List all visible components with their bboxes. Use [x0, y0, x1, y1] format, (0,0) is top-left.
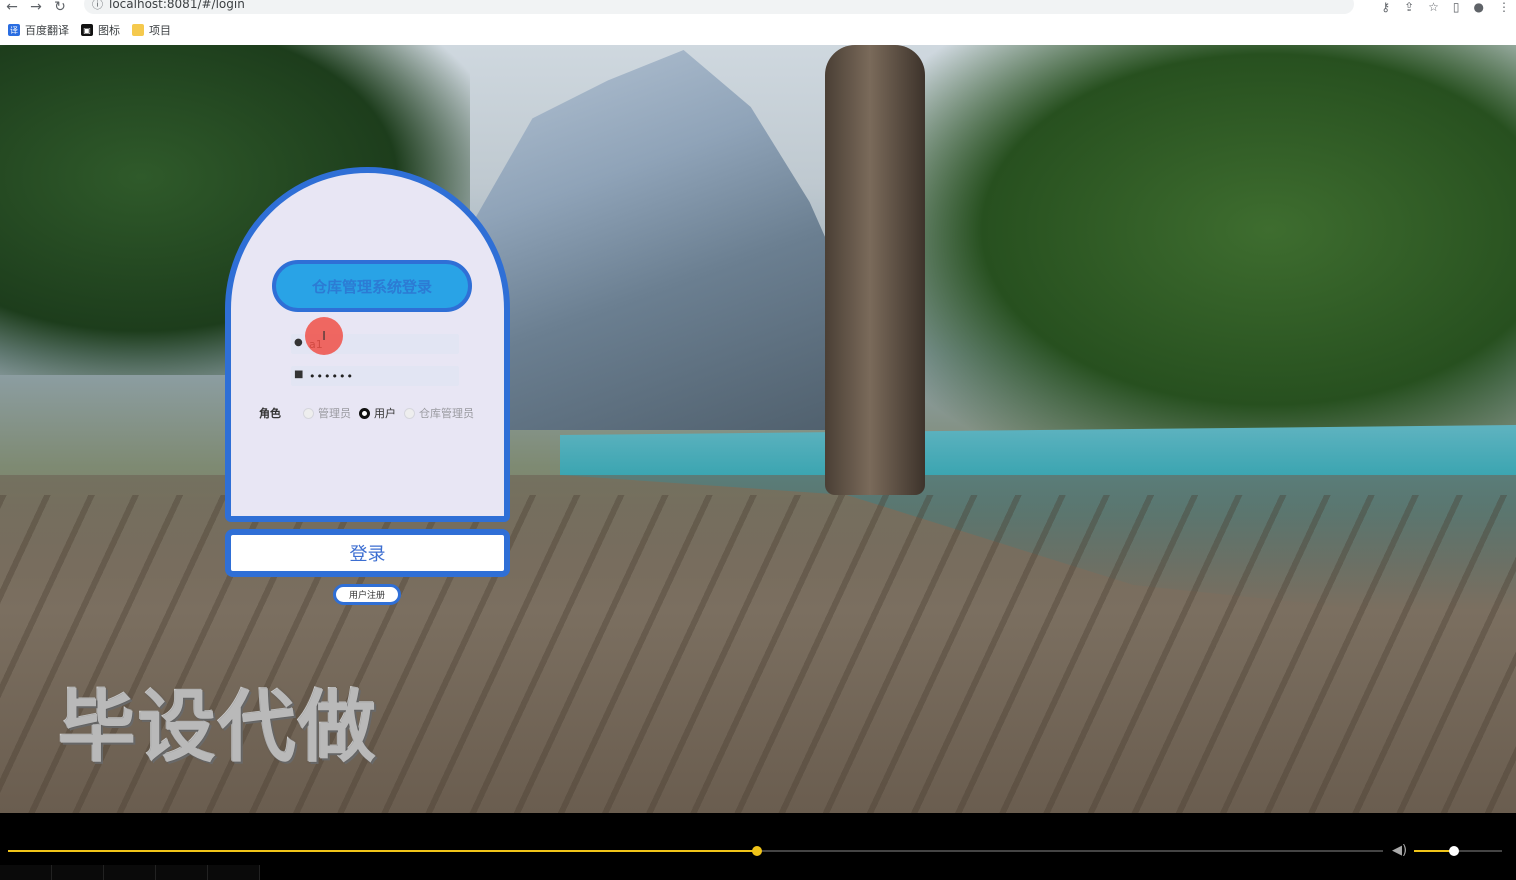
bookmark-label: 百度翻译 — [25, 24, 69, 37]
role-radio-user[interactable]: 用户 — [359, 405, 396, 421]
player-control[interactable] — [104, 865, 156, 880]
role-radio-warehouse-admin[interactable]: 仓库管理员 — [404, 405, 474, 421]
login-card: 仓库管理系统登录 ● a1 I ■ •••••• 角色 管理员 用户 仓库管理员 — [225, 167, 510, 522]
back-icon[interactable]: ← — [0, 0, 24, 15]
radio-dot[interactable] — [404, 407, 415, 419]
bookmark-label: 图标 — [98, 24, 120, 37]
radio-dot[interactable] — [303, 407, 314, 419]
register-button[interactable]: 用户注册 — [333, 584, 401, 605]
role-radio-admin[interactable]: 管理员 — [303, 405, 351, 421]
progress-track[interactable] — [8, 846, 1383, 856]
bookmark-item[interactable]: ▣ 图标 — [81, 22, 120, 38]
progress-knob[interactable] — [752, 846, 763, 856]
sidebar-icon[interactable]: ▯ — [1453, 0, 1460, 14]
browser-toolbar: ← → ↻ ⓘ localhost:8081/#/login ⚷ ⇪ ☆ ▯ ●… — [0, 0, 1516, 15]
star-icon[interactable]: ☆ — [1428, 0, 1439, 14]
site-info-icon[interactable]: ⓘ — [92, 0, 103, 12]
bookmark-label: 项目 — [149, 24, 171, 37]
forward-icon[interactable]: → — [24, 0, 48, 15]
profile-icon[interactable]: ● — [1474, 0, 1484, 14]
password-value: •••••• — [309, 369, 354, 383]
role-selector: 角色 管理员 用户 仓库管理员 — [259, 404, 482, 422]
watermark-text: 毕设代做 — [58, 683, 379, 773]
folder-icon — [132, 24, 144, 36]
login-title: 仓库管理系统登录 — [272, 260, 472, 312]
key-icon[interactable]: ⚷ — [1381, 0, 1390, 14]
player-control[interactable] — [208, 865, 260, 880]
progress-fill — [8, 850, 758, 852]
lock-icon: ■ — [294, 369, 305, 380]
browser-chrome: ← → ↻ ⓘ localhost:8081/#/login ⚷ ⇪ ☆ ▯ ●… — [0, 0, 1516, 45]
image-icon: ▣ — [81, 24, 93, 36]
share-icon[interactable]: ⇪ — [1404, 0, 1414, 14]
radio-label: 用户 — [374, 407, 396, 420]
scene-tree-trunk — [825, 45, 925, 495]
reload-icon[interactable]: ↻ — [48, 0, 72, 15]
radio-label: 仓库管理员 — [419, 407, 474, 420]
user-icon: ● — [294, 337, 303, 348]
volume-icon[interactable]: ◀) — [1392, 843, 1407, 858]
volume-slider[interactable] — [1414, 846, 1502, 856]
browser-actions: ⚷ ⇪ ☆ ▯ ● ⋮ — [1381, 0, 1510, 14]
url-text: localhost:8081/#/login — [109, 0, 245, 11]
address-bar[interactable]: ⓘ localhost:8081/#/login — [84, 0, 1354, 14]
translate-icon: 译 — [8, 24, 20, 36]
scene-forest-right — [900, 45, 1516, 455]
menu-icon[interactable]: ⋮ — [1498, 0, 1510, 14]
player-control[interactable] — [156, 865, 208, 880]
player-controls-row — [0, 865, 1516, 880]
click-indicator: I — [305, 317, 343, 355]
volume-fill — [1414, 850, 1454, 852]
player-control[interactable] — [52, 865, 104, 880]
video-player-bar: ◀) — [0, 813, 1516, 880]
radio-label: 管理员 — [318, 407, 351, 420]
bookmark-item[interactable]: 项目 — [132, 22, 171, 38]
bookmarks-bar: 译 百度翻译 ▣ 图标 项目 — [0, 20, 171, 40]
role-label: 角色 — [259, 407, 281, 420]
password-field[interactable]: ■ •••••• — [291, 366, 459, 386]
player-control[interactable] — [0, 865, 52, 880]
login-button[interactable]: 登录 — [225, 529, 510, 577]
volume-knob[interactable] — [1448, 846, 1459, 856]
radio-dot[interactable] — [359, 407, 370, 419]
bookmark-item[interactable]: 译 百度翻译 — [8, 22, 69, 38]
